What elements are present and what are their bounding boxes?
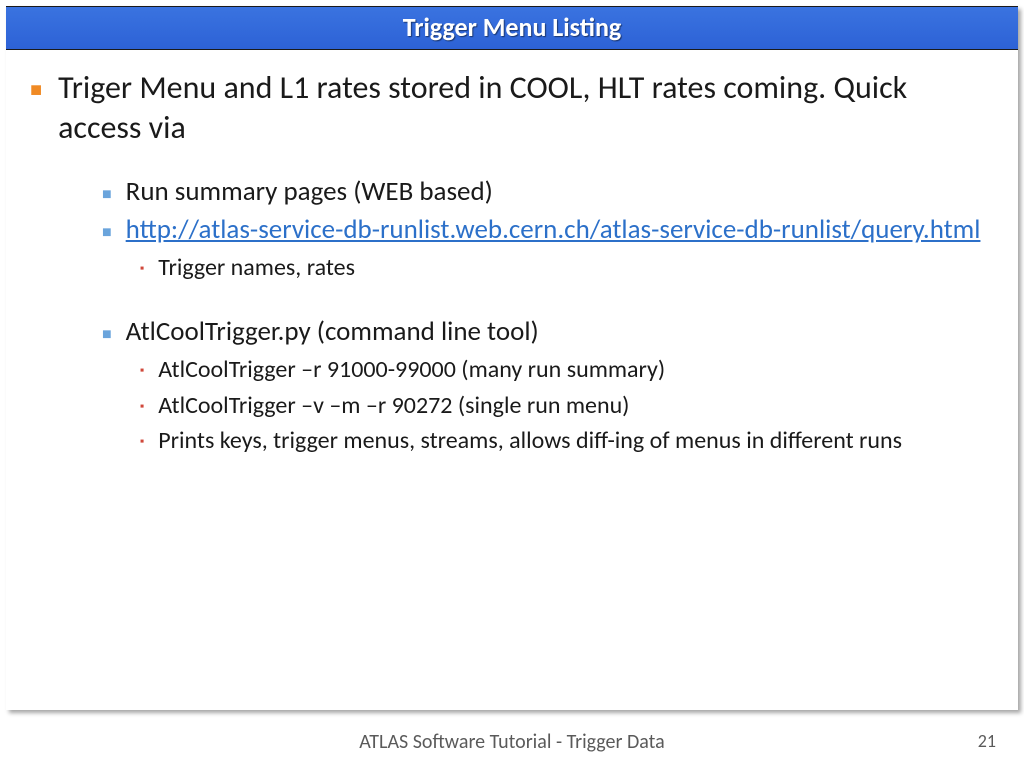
bullet-level2: ■ Run summary pages (WEB based) [102, 174, 994, 210]
bullet-level1: ■ Triger Menu and L1 rates stored in COO… [30, 68, 994, 148]
slide-title: Trigger Menu Listing [6, 6, 1018, 50]
footer-text: ATLAS Software Tutorial - Trigger Data [0, 730, 1024, 754]
bullet-level3: ▪ Trigger names, rates [140, 251, 994, 285]
bullet-text: Triger Menu and L1 rates stored in COOL,… [58, 68, 994, 148]
bullet-text: AtlCoolTrigger –v –m –r 90272 (single ru… [158, 389, 629, 423]
square-bullet-icon: ▪ [140, 261, 144, 285]
slide-body: ■ Triger Menu and L1 rates stored in COO… [6, 50, 1018, 470]
square-bullet-icon: ▪ [140, 434, 144, 458]
bullet-text: Run summary pages (WEB based) [126, 174, 493, 210]
square-bullet-icon: ■ [102, 222, 112, 248]
bullet-level3: ▪ AtlCoolTrigger –r 91000-99000 (many ru… [140, 353, 994, 387]
square-bullet-icon: ■ [30, 78, 42, 148]
square-bullet-icon: ■ [102, 324, 112, 350]
square-bullet-icon: ■ [102, 184, 112, 210]
bullet-text: AtlCoolTrigger.py (command line tool) [126, 314, 539, 350]
bullet-text: AtlCoolTrigger –r 91000-99000 (many run … [158, 353, 665, 387]
bullet-level3: ▪ AtlCoolTrigger –v –m –r 90272 (single … [140, 389, 994, 423]
bullet-level2: ■ AtlCoolTrigger.py (command line tool) [102, 314, 994, 350]
bullet-text: Trigger names, rates [158, 251, 355, 285]
page-number: 21 [978, 730, 996, 752]
bullet-level2: ■ http://atlas-service-db-runlist.web.ce… [102, 212, 994, 248]
square-bullet-icon: ▪ [140, 363, 144, 387]
square-bullet-icon: ▪ [140, 399, 144, 423]
bullet-text: Prints keys, trigger menus, streams, all… [158, 424, 902, 458]
slide-frame: Trigger Menu Listing ■ Triger Menu and L… [6, 6, 1018, 710]
link-text[interactable]: http://atlas-service-db-runlist.web.cern… [126, 212, 981, 248]
bullet-level3: ▪ Prints keys, trigger menus, streams, a… [140, 424, 994, 458]
